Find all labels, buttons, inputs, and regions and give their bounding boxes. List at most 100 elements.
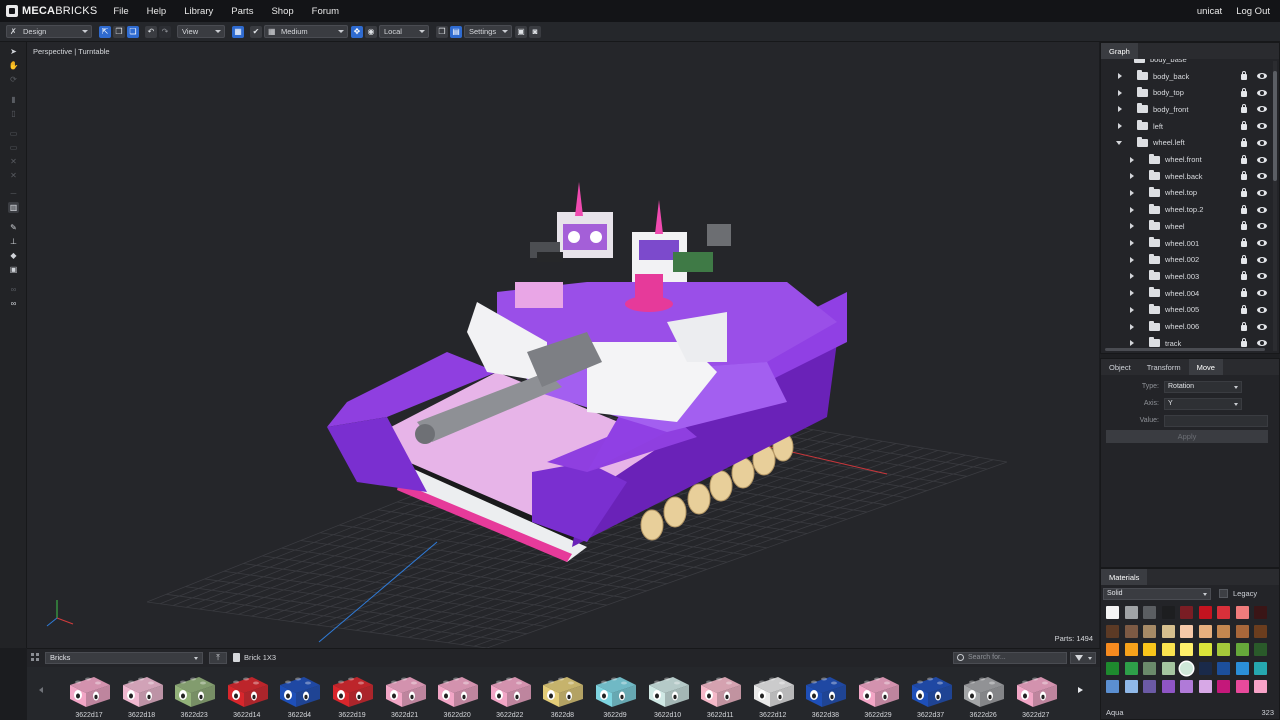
part-item[interactable]: 3622d10: [643, 669, 693, 720]
graph-row[interactable]: wheel.006: [1101, 319, 1273, 335]
color-swatch[interactable]: [1235, 661, 1249, 675]
quality-select[interactable]: ▦ Medium: [264, 25, 348, 38]
expand-arrow-icon[interactable]: [1130, 306, 1134, 313]
filter-button[interactable]: [1070, 652, 1096, 664]
color-swatch[interactable]: [1161, 661, 1175, 675]
ungroup-icon[interactable]: ▭: [8, 142, 19, 153]
visibility-eye-icon[interactable]: [1257, 306, 1267, 313]
rotate-icon[interactable]: ⟳: [8, 74, 19, 85]
parts-breadcrumb[interactable]: Brick 1X3: [244, 653, 276, 662]
view-select[interactable]: View: [177, 25, 225, 38]
graph-row[interactable]: wheel.left: [1101, 135, 1273, 151]
graph-row[interactable]: wheel.back: [1101, 168, 1273, 184]
expand-arrow-icon[interactable]: [1130, 256, 1134, 263]
graph-horizontal-scrollbar[interactable]: [1105, 348, 1265, 351]
lock-icon[interactable]: [1241, 187, 1247, 197]
graph-row[interactable]: wheel.003: [1101, 268, 1273, 284]
save-icon[interactable]: ▣: [515, 25, 527, 38]
part-item[interactable]: 3622d4: [274, 669, 324, 720]
part-item[interactable]: 3622d38: [800, 669, 850, 720]
lock-icon[interactable]: [1241, 154, 1247, 164]
glasses-icon[interactable]: ∞: [8, 298, 19, 309]
part-item[interactable]: 3622d37: [906, 669, 956, 720]
part-item[interactable]: 3622d26: [958, 669, 1008, 720]
undo-icon[interactable]: ↶: [145, 25, 157, 38]
logout-link[interactable]: Log Out: [1236, 6, 1270, 17]
part-item[interactable]: 3622d8: [537, 669, 587, 720]
visibility-eye-icon[interactable]: [1257, 139, 1267, 146]
part-item[interactable]: 3622d12: [748, 669, 798, 720]
stats-icon[interactable]: ▥: [8, 202, 19, 213]
expand-arrow-icon[interactable]: [1130, 189, 1134, 196]
tab-object[interactable]: Object: [1101, 359, 1139, 375]
color-swatch[interactable]: [1124, 606, 1138, 619]
expand-arrow-icon[interactable]: [1118, 73, 1122, 79]
lock-icon[interactable]: [1241, 288, 1247, 298]
part-item[interactable]: 3622d14: [222, 669, 272, 720]
visibility-eye-icon[interactable]: [1257, 73, 1267, 79]
visibility-eye-icon[interactable]: [1257, 206, 1267, 213]
color-swatch[interactable]: [1235, 680, 1249, 693]
value-input[interactable]: [1164, 415, 1268, 427]
color-swatch[interactable]: [1180, 606, 1193, 619]
tab-materials[interactable]: Materials: [1101, 569, 1148, 585]
graph-row[interactable]: wheel.002: [1101, 252, 1273, 268]
space-select[interactable]: Local: [379, 25, 429, 38]
part-item[interactable]: 3622d21: [380, 669, 430, 720]
color-swatch[interactable]: [1198, 606, 1212, 619]
graph-row[interactable]: wheel.top: [1101, 185, 1273, 201]
delete-icon[interactable]: ▮: [8, 94, 19, 105]
graph-row[interactable]: track: [1101, 335, 1273, 349]
color-swatch[interactable]: [1180, 643, 1193, 656]
legacy-checkbox[interactable]: [1219, 589, 1228, 598]
menu-library[interactable]: Library: [184, 6, 213, 17]
grid-snap-icon[interactable]: ▦: [232, 25, 244, 38]
check-icon[interactable]: ✔: [250, 25, 262, 38]
expand-arrow-icon[interactable]: [1118, 106, 1122, 113]
visibility-eye-icon[interactable]: [1257, 240, 1267, 246]
visibility-eye-icon[interactable]: [1257, 89, 1267, 96]
pivot-icon[interactable]: ◉: [365, 25, 377, 38]
expand-arrow-icon[interactable]: [1130, 206, 1134, 213]
color-swatch[interactable]: [1143, 661, 1156, 675]
color-swatch[interactable]: [1198, 680, 1212, 693]
part-item[interactable]: 3622d20: [432, 669, 482, 720]
color-swatch[interactable]: [1124, 624, 1138, 638]
lock-icon[interactable]: [1241, 171, 1247, 181]
layers-icon[interactable]: ▤: [450, 25, 462, 38]
lock-icon[interactable]: [1241, 87, 1247, 97]
visibility-eye-icon[interactable]: [1257, 256, 1267, 263]
expand-arrow-icon[interactable]: [1116, 140, 1122, 145]
lock-icon[interactable]: [1241, 338, 1247, 348]
menu-parts[interactable]: Parts: [231, 6, 253, 17]
color-swatch[interactable]: [1198, 643, 1212, 656]
color-swatch[interactable]: [1106, 606, 1119, 619]
color-swatch[interactable]: [1217, 624, 1230, 638]
tab-transform[interactable]: Transform: [1139, 359, 1189, 375]
color-swatch[interactable]: [1198, 624, 1212, 638]
expand-arrow-icon[interactable]: [1130, 173, 1134, 180]
measure-icon[interactable]: ─: [8, 188, 19, 199]
menu-file[interactable]: File: [113, 6, 128, 17]
grid-view-icon[interactable]: [31, 653, 40, 662]
color-swatch[interactable]: [1106, 680, 1119, 693]
scene-canvas[interactable]: [27, 42, 1099, 648]
color-swatch[interactable]: [1161, 680, 1175, 693]
part-item[interactable]: 3622d17: [64, 669, 114, 720]
expand-arrow-icon[interactable]: [1130, 323, 1134, 330]
color-swatch[interactable]: [1143, 680, 1156, 693]
part-item[interactable]: 3622d27: [1011, 669, 1061, 720]
lock-icon[interactable]: [1241, 71, 1247, 80]
color-swatch[interactable]: [1254, 661, 1267, 675]
visibility-eye-icon[interactable]: [1257, 156, 1267, 163]
expand-arrow-icon[interactable]: [1130, 290, 1134, 297]
category-select[interactable]: Bricks: [45, 652, 203, 664]
color-swatch[interactable]: [1217, 643, 1230, 656]
axes-icon[interactable]: ⊥: [8, 236, 19, 247]
menu-help[interactable]: Help: [147, 6, 167, 17]
tab-graph[interactable]: Graph: [1101, 43, 1138, 59]
graph-scrollbar-thumb[interactable]: [1273, 71, 1277, 181]
lock-icon[interactable]: [1241, 254, 1247, 264]
lock-icon[interactable]: [1241, 204, 1247, 214]
part-item[interactable]: 3622d9: [590, 669, 640, 720]
